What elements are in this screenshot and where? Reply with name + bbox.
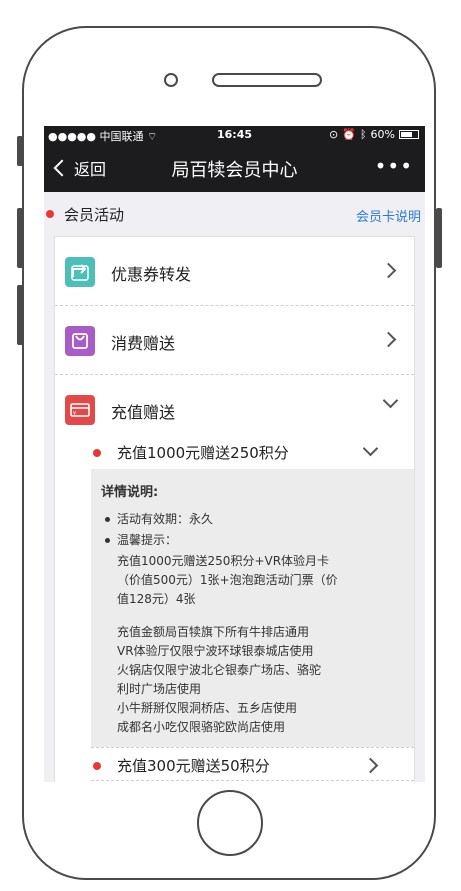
rotation-lock-icon: ⊙ xyxy=(329,128,339,141)
coupon-forward-label: 优惠券转发 xyxy=(111,265,192,284)
recharge-item-1000[interactable]: 充值1000元赠送250积分 xyxy=(55,435,414,469)
battery-percent: 60% xyxy=(370,128,395,141)
note-line: 成都名小吃仅限骆驼欧尚店使用 xyxy=(117,720,286,734)
share-icon xyxy=(65,257,95,287)
note-line: 火锅店仅限宁波北仑银泰广场店、骆驼 xyxy=(117,663,322,677)
note-line: VR体验厅仅限宁波环球银泰城店使用 xyxy=(117,644,314,658)
bluetooth-icon: ᛒ xyxy=(359,128,367,141)
detail-line: （价值500元）1张+泡泡跑活动门票（价 xyxy=(117,573,338,587)
page-title: 局百犊会员中心 xyxy=(171,160,298,181)
chevron-right-icon xyxy=(362,757,379,774)
item-dot-icon xyxy=(93,762,101,770)
detail-line: 充值1000元赠送250积分+VR体验月卡 xyxy=(117,554,330,568)
status-right: ⊙ ⏰ ᛒ 60% xyxy=(329,128,419,141)
section-header: 会员活动 会员卡说明 xyxy=(44,192,425,236)
chevron-right-icon xyxy=(380,262,397,279)
recharge-item-label: 充值1000元赠送250积分 xyxy=(117,444,289,462)
activity-card: 优惠券转发 消费赠送 ¥ 充值赠送 充值1000元赠送250积分 详情说明: 活… xyxy=(54,236,415,782)
recharge-item-300[interactable]: 充值300元赠送50积分 xyxy=(55,748,414,780)
tips-label: 温馨提示： xyxy=(101,531,402,549)
gift-box-icon xyxy=(65,326,95,356)
consumption-gift-row[interactable]: 消费赠送 xyxy=(55,306,414,375)
consumption-gift-label: 消费赠送 xyxy=(111,334,176,353)
home-button[interactable] xyxy=(197,790,263,856)
chevron-down-icon xyxy=(382,392,399,409)
detail-line: 值128元）4张 xyxy=(117,592,196,606)
mute-switch xyxy=(17,136,23,166)
divider xyxy=(91,780,414,781)
note-line: 小牛掰掰仅限洞桥店、五乡店使用 xyxy=(117,701,298,715)
volume-down-button xyxy=(17,285,23,345)
card-icon: ¥ xyxy=(65,395,95,425)
validity-text: 活动有效期：永久 xyxy=(101,510,402,528)
power-button xyxy=(436,208,442,268)
item-dot-icon xyxy=(93,449,101,457)
recharge-item-label: 充值300元赠送50积分 xyxy=(117,757,270,775)
nav-bar: 返回 局百犊会员中心 ••• xyxy=(44,144,425,192)
front-camera xyxy=(164,73,178,87)
note-line: 充值金额局百犊旗下所有牛排店通用 xyxy=(117,625,310,639)
note-line: 利时广场店使用 xyxy=(117,682,202,696)
chevron-right-icon xyxy=(380,331,397,348)
earpiece-speaker xyxy=(212,73,322,87)
recharge-details: 详情说明: 活动有效期：永久 温馨提示： 充值1000元赠送250积分+VR体验… xyxy=(91,469,414,747)
alarm-icon: ⏰ xyxy=(342,128,356,141)
more-menu-button[interactable]: ••• xyxy=(375,154,413,178)
section-title: 会员活动 xyxy=(64,206,125,224)
details-title: 详情说明: xyxy=(101,485,159,500)
svg-text:¥: ¥ xyxy=(73,411,76,417)
battery-icon xyxy=(399,130,419,139)
coupon-forward-row[interactable]: 优惠券转发 xyxy=(55,237,414,306)
status-bar: ●●●●● 中国联通 ⌔ 16:45 ⊙ ⏰ ᛒ 60% xyxy=(44,126,425,144)
membership-card-info-link[interactable]: 会员卡说明 xyxy=(356,206,421,225)
recharge-gift-row[interactable]: ¥ 充值赠送 xyxy=(55,375,414,435)
section-dot-icon xyxy=(46,210,54,218)
chevron-down-icon xyxy=(362,440,379,457)
app-screen: ●●●●● 中国联通 ⌔ 16:45 ⊙ ⏰ ᛒ 60% 返回 局百犊会员中心 … xyxy=(44,126,425,782)
volume-up-button xyxy=(17,208,23,268)
recharge-gift-label: 充值赠送 xyxy=(111,403,176,422)
